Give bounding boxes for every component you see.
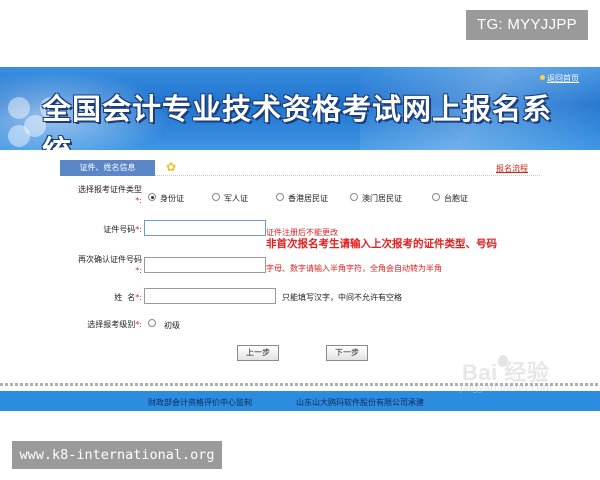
id-number-label-text: 证件号码 bbox=[103, 225, 136, 234]
id-type-required: *: bbox=[60, 196, 142, 205]
id-confirm-note: 字母、数字请输入半角字符，全角会自动转为半角 bbox=[266, 264, 442, 273]
level-label: 选择报考级别*: bbox=[60, 319, 142, 330]
radio-id-card[interactable] bbox=[148, 193, 156, 201]
footer-divider bbox=[0, 383, 600, 386]
return-home-link[interactable]: 返回首页 bbox=[547, 73, 579, 84]
option-id-card-label: 身份证 bbox=[160, 194, 184, 203]
id-confirm-required: *: bbox=[60, 266, 142, 275]
id-number-input[interactable] bbox=[144, 220, 266, 236]
id-confirm-input[interactable] bbox=[144, 257, 266, 273]
required-mark: *: bbox=[135, 293, 142, 302]
footer-developer: 山东山大鸥玛软件股份有限公司承建 bbox=[296, 398, 424, 407]
radio-macau-resident[interactable] bbox=[350, 193, 358, 201]
option-hk-resident-label: 香港居民证 bbox=[288, 194, 328, 203]
id-type-label: 选择报考证件类型 bbox=[60, 184, 142, 195]
required-mark: *: bbox=[135, 225, 142, 234]
next-step-button[interactable]: 下一步 bbox=[326, 345, 368, 361]
radio-hk-resident[interactable] bbox=[276, 193, 284, 201]
required-mark: *: bbox=[135, 266, 142, 275]
option-macau-resident-label: 澳门居民证 bbox=[362, 194, 402, 203]
banner-hexagon bbox=[8, 97, 30, 119]
id-number-warning: 非首次报名考生请输入上次报考的证件类型、号码 bbox=[266, 238, 497, 250]
prev-step-button[interactable]: 上一步 bbox=[237, 345, 279, 361]
option-military-id-label: 军人证 bbox=[224, 194, 248, 203]
option-level-junior-label: 初级 bbox=[164, 321, 180, 330]
footer-bar: 财政部会计资格评价中心监制 山东山大鸥玛软件股份有限公司承建 bbox=[0, 391, 600, 411]
level-label-text: 选择报考级别 bbox=[87, 320, 136, 329]
paw-icon bbox=[498, 355, 508, 367]
option-taiwan-permit-label: 台胞证 bbox=[444, 194, 468, 203]
required-mark: *: bbox=[135, 196, 142, 205]
name-label: 姓 名*: bbox=[60, 292, 142, 303]
id-confirm-label-text: 再次确认证件号码 bbox=[78, 255, 142, 264]
name-input[interactable] bbox=[144, 288, 276, 304]
radio-taiwan-permit[interactable] bbox=[432, 193, 440, 201]
bullet-icon bbox=[540, 75, 545, 80]
name-label-text: 姓 名 bbox=[114, 293, 136, 302]
page: 全国会计专业技术资格考试网上报名系统 返回首页 证件、姓名信息 ✿ 报名流程 选… bbox=[0, 0, 600, 480]
registration-flow-link[interactable]: 报名流程 bbox=[496, 163, 528, 174]
banner-hexagon bbox=[8, 125, 30, 147]
id-confirm-label: 再次确认证件号码 bbox=[60, 254, 142, 265]
radio-military-id[interactable] bbox=[212, 193, 220, 201]
footer-supervisor: 财政部会计资格评价中心监制 bbox=[148, 398, 252, 407]
required-mark: *: bbox=[135, 320, 142, 329]
site-title: 全国会计专业技术资格考试网上报名系统 bbox=[42, 92, 553, 150]
section-header: 证件、姓名信息 ✿ 报名流程 bbox=[60, 160, 540, 176]
header-banner: 全国会计专业技术资格考试网上报名系统 返回首页 bbox=[0, 67, 600, 150]
name-note: 只能填写汉字，中间不允许有空格 bbox=[282, 293, 402, 302]
section-tab[interactable]: 证件、姓名信息 bbox=[60, 160, 155, 176]
radio-level-junior[interactable] bbox=[148, 319, 156, 327]
overlay-site-label: www.k8-international.org bbox=[12, 441, 222, 469]
star-icon: ✿ bbox=[166, 160, 177, 174]
overlay-tag-label: TG: MYYJJPP bbox=[466, 10, 588, 40]
id-number-label: 证件号码*: bbox=[60, 224, 142, 235]
id-type-label-text: 选择报考证件类型 bbox=[78, 185, 142, 194]
